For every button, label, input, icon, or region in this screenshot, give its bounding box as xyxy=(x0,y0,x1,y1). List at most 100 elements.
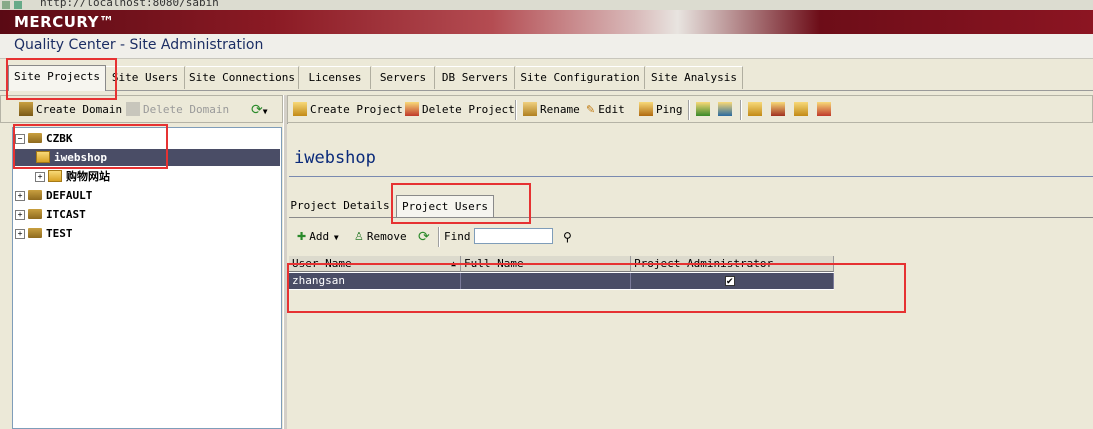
button-label: Create Domain xyxy=(36,103,123,116)
tree-node-iwebshop[interactable]: iwebshop xyxy=(14,149,280,166)
find-button[interactable]: ⚲ xyxy=(563,229,572,245)
create-domain-button[interactable]: Create Domain xyxy=(19,102,122,118)
chevron-down-icon: ▼ xyxy=(262,107,268,116)
app-title-bar: Quality Center - Site Administration xyxy=(0,34,1093,59)
tree-node-itcast[interactable]: + ITCAST xyxy=(15,206,86,223)
tree-node-shopping-site[interactable]: + 购物网站 xyxy=(35,168,110,185)
tab-site-connections[interactable]: Site Connections xyxy=(186,66,299,89)
remove-project-icon xyxy=(817,102,831,116)
address-url: http://localhost:8080/sabin xyxy=(40,0,219,9)
tab-site-projects[interactable]: Site Projects xyxy=(8,65,106,91)
node-label: DEFAULT xyxy=(46,189,93,202)
node-label: iwebshop xyxy=(54,151,107,164)
column-header-user-name[interactable]: User Name ▲ xyxy=(289,256,461,272)
domain-icon xyxy=(28,133,42,143)
tab-project-users[interactable]: Project Users xyxy=(396,195,494,218)
refresh-users-button[interactable]: ⟳ xyxy=(418,229,430,245)
button-label: Remove xyxy=(366,230,407,243)
tab-site-configuration[interactable]: Site Configuration xyxy=(516,66,645,89)
delete-domain-icon xyxy=(126,102,140,116)
delete-domain-button[interactable]: Delete Domain xyxy=(126,102,229,118)
tree-node-test[interactable]: + TEST xyxy=(15,225,73,242)
cell-project-admin xyxy=(631,273,834,290)
deactivate-project-button[interactable] xyxy=(771,102,788,118)
button-label: Ping xyxy=(656,103,683,116)
chevron-down-icon: ▼ xyxy=(329,233,339,242)
remove-project-button[interactable] xyxy=(817,102,834,118)
upgrade-project-button[interactable] xyxy=(794,102,811,118)
column-label: User Name xyxy=(292,257,352,270)
deactivate-icon xyxy=(771,102,785,116)
domain-icon xyxy=(28,209,42,219)
project-icon xyxy=(36,151,50,163)
create-project-button[interactable]: Create Project xyxy=(293,102,403,118)
remove-user-icon: ♙ xyxy=(354,230,364,243)
activate-icon xyxy=(748,102,762,116)
delete-project-button[interactable]: Delete Project xyxy=(405,102,515,118)
remove-user-button[interactable]: ♙ Remove xyxy=(354,229,407,245)
expand-icon[interactable]: + xyxy=(15,229,25,239)
collapse-icon[interactable]: − xyxy=(15,134,25,144)
node-label: 购物网站 xyxy=(66,170,110,183)
tab-label: Site Projects xyxy=(13,70,101,83)
node-label: ITCAST xyxy=(46,208,86,221)
tab-label: Servers xyxy=(379,71,427,84)
pencil-icon: ✎ xyxy=(586,103,596,116)
project-title: iwebshop xyxy=(294,148,376,168)
tab-label: Site Configuration xyxy=(520,71,640,84)
toolbar-separator xyxy=(515,100,517,120)
tab-label: Licenses xyxy=(308,71,362,84)
tab-site-users[interactable]: Site Users xyxy=(106,66,185,89)
import-icon xyxy=(718,102,732,116)
tab-servers[interactable]: Servers xyxy=(372,66,435,89)
find-label: Find xyxy=(444,230,471,243)
rename-button[interactable]: Rename xyxy=(523,102,580,118)
column-label: Project Administrator xyxy=(634,257,774,270)
tab-label: DB Servers xyxy=(441,71,509,84)
add-user-button[interactable]: ✚ Add ▼ xyxy=(297,229,339,245)
tree-node-czbk[interactable]: − CZBK xyxy=(15,130,73,147)
edit-button[interactable]: ✎ Edit xyxy=(586,102,625,118)
sort-icon: ▲ xyxy=(451,259,456,268)
toolbar-separator xyxy=(438,227,440,247)
expand-icon[interactable]: + xyxy=(35,172,45,182)
create-project-icon xyxy=(293,102,307,116)
tab-site-analysis[interactable]: Site Analysis xyxy=(646,66,743,89)
app-title: Quality Center - Site Administration xyxy=(14,37,264,53)
export-icon xyxy=(696,102,710,116)
column-header-full-name[interactable]: Full Name xyxy=(461,256,631,272)
refresh-dropdown-button[interactable]: ⟳▼ xyxy=(251,102,268,118)
activate-project-button[interactable] xyxy=(748,102,765,118)
tree-node-default[interactable]: + DEFAULT xyxy=(15,187,92,204)
button-label: Delete Domain xyxy=(143,103,230,116)
export-project-button[interactable] xyxy=(696,102,713,118)
domain-tree: − CZBK iwebshop + 购物网站 + DEFAULT + ITCAST + T… xyxy=(12,127,282,429)
button-label: Create Project xyxy=(310,103,403,116)
tab-project-details[interactable]: Project Details xyxy=(290,195,390,217)
button-label: Rename xyxy=(540,103,580,116)
find-input[interactable] xyxy=(474,228,553,244)
main-tabbar: Site Projects Site Users Site Connection… xyxy=(0,63,1093,91)
tab-label: Project Details xyxy=(290,199,390,212)
tab-divider xyxy=(289,217,1093,218)
toolbar-separator xyxy=(688,100,690,120)
import-project-button[interactable] xyxy=(718,102,735,118)
column-header-project-administrator[interactable]: Project Administrator xyxy=(631,256,834,272)
project-users-grid: User Name ▲ Full Name Project Administrat… xyxy=(289,256,834,290)
title-divider xyxy=(289,176,1093,177)
project-icon xyxy=(48,170,62,182)
cell-user-name: zhangsan xyxy=(289,273,461,289)
mercury-logo: MERCURY™ xyxy=(14,13,115,31)
tab-licenses[interactable]: Licenses xyxy=(300,66,371,89)
upgrade-icon xyxy=(794,102,808,116)
binoculars-icon: ⚲ xyxy=(563,230,572,244)
project-admin-checkbox[interactable] xyxy=(725,274,735,290)
expand-icon[interactable]: + xyxy=(15,191,25,201)
project-toolbar: Create Project Delete Project Rename ✎ Ed… xyxy=(287,95,1093,123)
expand-icon[interactable]: + xyxy=(15,210,25,220)
tab-db-servers[interactable]: DB Servers xyxy=(436,66,515,89)
button-label: Edit xyxy=(598,103,625,116)
ping-button[interactable]: Ping xyxy=(639,102,683,118)
rename-icon xyxy=(523,102,537,116)
tab-label: Site Connections xyxy=(189,71,295,84)
